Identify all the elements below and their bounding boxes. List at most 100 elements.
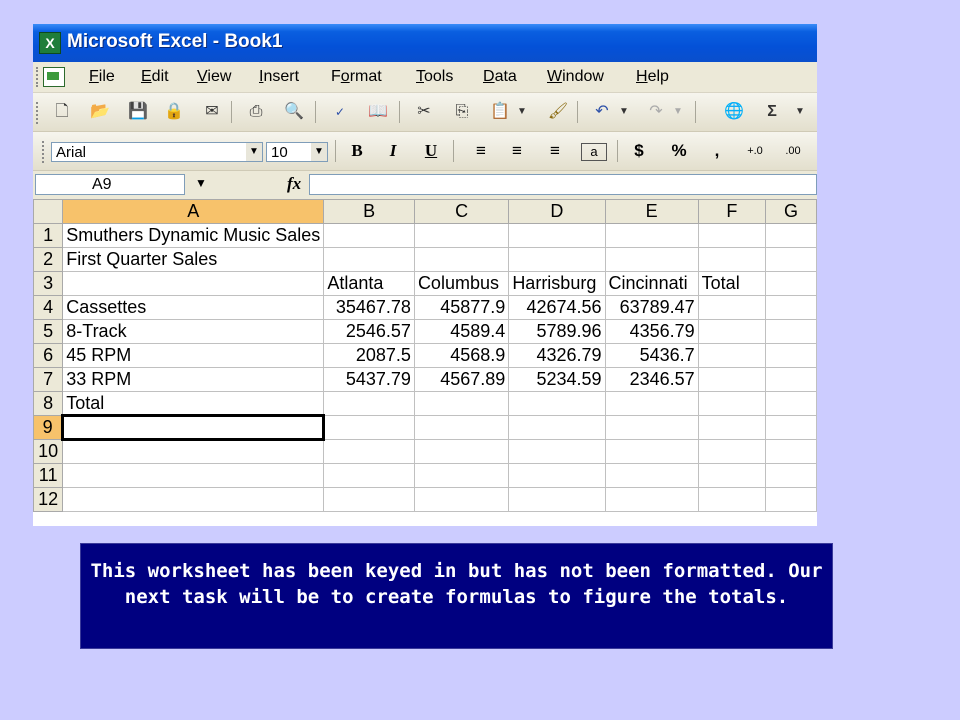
print-icon[interactable]: ⎙ bbox=[245, 102, 267, 122]
comma-icon[interactable]: , bbox=[705, 141, 729, 161]
open-icon[interactable]: 📂 bbox=[89, 102, 111, 122]
redo-icon[interactable]: ↷ bbox=[645, 102, 667, 122]
column-header[interactable]: D bbox=[508, 199, 606, 224]
cell[interactable] bbox=[765, 319, 817, 344]
cell[interactable] bbox=[508, 247, 606, 272]
name-box-dropdown-icon[interactable]: ▼ bbox=[195, 176, 207, 190]
cell[interactable] bbox=[697, 223, 767, 248]
column-header[interactable]: B bbox=[323, 199, 415, 224]
cut-icon[interactable]: ✂ bbox=[413, 102, 435, 122]
bold-icon[interactable]: B bbox=[345, 141, 369, 161]
cell[interactable] bbox=[323, 487, 415, 512]
merge-center-icon[interactable]: a bbox=[581, 143, 607, 161]
cell[interactable] bbox=[697, 415, 767, 440]
cell[interactable] bbox=[765, 463, 817, 488]
decrease-decimal-icon[interactable]: .00 bbox=[781, 141, 805, 161]
increase-decimal-icon[interactable]: +.0 bbox=[743, 141, 767, 161]
cell[interactable]: Harrisburg bbox=[508, 271, 606, 296]
cell[interactable] bbox=[604, 415, 699, 440]
cell[interactable] bbox=[323, 415, 415, 440]
cell[interactable] bbox=[413, 415, 510, 440]
cell[interactable]: 8-Track bbox=[62, 319, 325, 344]
cell[interactable]: 4567.89 bbox=[413, 367, 510, 392]
new-icon[interactable]: 🗋 bbox=[51, 102, 73, 122]
cell[interactable] bbox=[765, 223, 817, 248]
cell[interactable] bbox=[697, 295, 767, 320]
formula-input[interactable] bbox=[309, 174, 817, 195]
cell[interactable] bbox=[61, 414, 326, 441]
cell[interactable] bbox=[323, 463, 415, 488]
cell[interactable] bbox=[413, 439, 510, 464]
cell[interactable]: 63789.47 bbox=[604, 295, 699, 320]
cell[interactable] bbox=[604, 247, 699, 272]
cell[interactable] bbox=[697, 391, 767, 416]
spelling-icon[interactable]: ✓ bbox=[329, 102, 351, 122]
column-header[interactable]: G bbox=[765, 199, 817, 224]
cell[interactable]: 35467.78 bbox=[323, 295, 415, 320]
cell[interactable] bbox=[765, 247, 817, 272]
size-dropdown-icon[interactable]: ▼ bbox=[311, 143, 327, 161]
paste-dropdown-icon[interactable]: ▼ bbox=[511, 102, 533, 122]
cell[interactable] bbox=[413, 463, 510, 488]
menu-item[interactable]: Insert bbox=[259, 68, 299, 86]
select-all-corner[interactable] bbox=[33, 199, 64, 224]
row-header[interactable]: 11 bbox=[33, 463, 64, 488]
cell[interactable] bbox=[62, 463, 325, 488]
redo-dropdown-icon[interactable]: ▼ bbox=[667, 102, 689, 122]
italic-icon[interactable]: I bbox=[381, 141, 405, 161]
menu-item[interactable]: View bbox=[197, 68, 231, 86]
workbook-icon[interactable] bbox=[43, 67, 65, 87]
row-header[interactable]: 4 bbox=[33, 295, 64, 320]
menu-item[interactable]: Tools bbox=[416, 68, 453, 86]
cell[interactable] bbox=[323, 223, 415, 248]
hyperlink-icon[interactable]: 🌐 bbox=[723, 102, 745, 122]
column-header[interactable]: F bbox=[697, 199, 767, 224]
cell[interactable]: Cincinnati bbox=[604, 271, 699, 296]
cell[interactable] bbox=[765, 343, 817, 368]
menu-item[interactable]: Help bbox=[636, 68, 669, 86]
row-header[interactable]: 7 bbox=[33, 367, 64, 392]
cell[interactable]: 4568.9 bbox=[413, 343, 510, 368]
cell[interactable] bbox=[62, 439, 325, 464]
menu-item[interactable]: Format bbox=[331, 68, 382, 86]
row-header[interactable]: 9 bbox=[33, 415, 64, 440]
cell[interactable]: 5437.79 bbox=[323, 367, 415, 392]
cell[interactable] bbox=[697, 487, 767, 512]
cell[interactable] bbox=[604, 223, 699, 248]
cell[interactable] bbox=[697, 343, 767, 368]
print-preview-icon[interactable]: 🔍 bbox=[283, 102, 305, 122]
row-header[interactable]: 5 bbox=[33, 319, 64, 344]
research-icon[interactable]: 📖 bbox=[367, 102, 389, 122]
excel-icon[interactable]: X bbox=[39, 32, 61, 54]
column-header[interactable]: A bbox=[62, 199, 325, 224]
cell[interactable] bbox=[765, 487, 817, 512]
format-painter-icon[interactable]: 🖌 bbox=[547, 102, 569, 122]
cell[interactable] bbox=[765, 439, 817, 464]
cell[interactable]: 4326.79 bbox=[508, 343, 606, 368]
row-header[interactable]: 12 bbox=[33, 487, 64, 512]
column-header[interactable]: E bbox=[604, 199, 699, 224]
row-header[interactable]: 10 bbox=[33, 439, 64, 464]
cell[interactable]: 4356.79 bbox=[604, 319, 699, 344]
permission-icon[interactable]: 🔒 bbox=[163, 102, 185, 122]
title-bar[interactable]: X Microsoft Excel - Book1 bbox=[33, 24, 817, 62]
toolbar-grip[interactable] bbox=[42, 141, 48, 163]
cell[interactable] bbox=[604, 391, 699, 416]
cell[interactable] bbox=[508, 487, 606, 512]
cell[interactable] bbox=[765, 295, 817, 320]
cell[interactable]: First Quarter Sales bbox=[62, 247, 325, 272]
cell[interactable] bbox=[697, 367, 767, 392]
cell[interactable] bbox=[413, 487, 510, 512]
cell[interactable] bbox=[765, 415, 817, 440]
copy-icon[interactable]: ⎘ bbox=[451, 102, 473, 122]
cell[interactable]: Total bbox=[697, 271, 767, 296]
email-icon[interactable]: ✉ bbox=[201, 102, 223, 122]
font-dropdown-icon[interactable]: ▼ bbox=[246, 143, 262, 161]
insert-function-icon[interactable]: fx bbox=[287, 174, 301, 194]
menu-item[interactable]: File bbox=[89, 68, 115, 86]
cell[interactable]: Total bbox=[62, 391, 325, 416]
cell[interactable] bbox=[62, 487, 325, 512]
cell[interactable] bbox=[604, 463, 699, 488]
cell[interactable] bbox=[508, 439, 606, 464]
cell[interactable]: 2546.57 bbox=[323, 319, 415, 344]
